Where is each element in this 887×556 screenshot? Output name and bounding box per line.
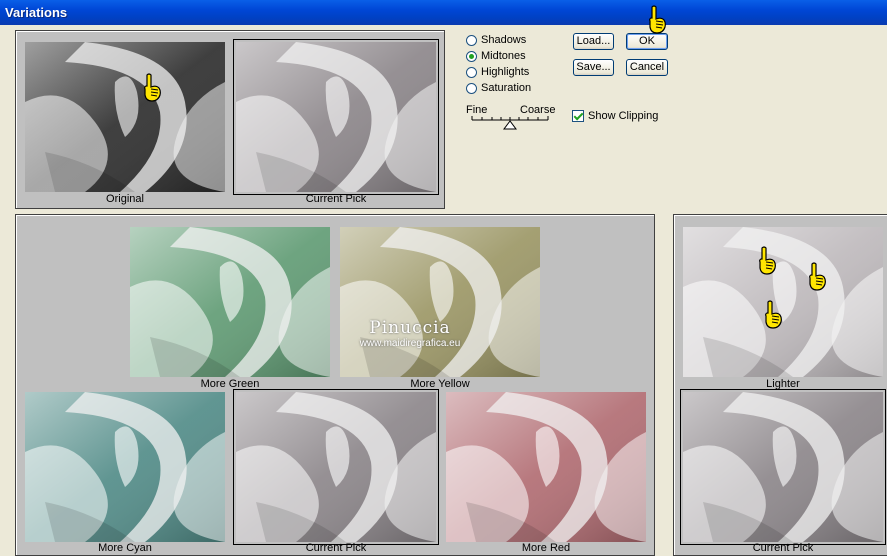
pointing-hand-icon — [765, 300, 782, 329]
mode-midtones-label: Midtones — [481, 50, 526, 62]
slider-ticks — [471, 116, 549, 120]
original-thumbnail — [25, 42, 225, 192]
thumbnail-image — [236, 42, 436, 192]
mode-saturation[interactable]: Saturation — [466, 81, 531, 95]
radio-midtones[interactable] — [466, 50, 477, 62]
more-yellow-thumbnail[interactable] — [340, 227, 540, 377]
thumbnail-image — [340, 227, 540, 377]
thumbnail-image — [446, 392, 646, 542]
more-green-thumbnail[interactable] — [130, 227, 330, 377]
mode-midtones[interactable]: Midtones — [466, 49, 526, 63]
hue-current-pick-caption: Current Pick — [305, 542, 367, 554]
watermark-url: www.maidiregrafica.eu — [359, 338, 461, 349]
pointing-hand-icon — [649, 5, 666, 34]
thumbnail-image — [25, 42, 225, 192]
mode-shadows[interactable]: Shadows — [466, 33, 526, 47]
thumbnail-image — [236, 392, 436, 542]
lightness-current-pick-caption: Current Pick — [752, 542, 814, 554]
lighter-caption: Lighter — [766, 378, 800, 390]
radio-saturation[interactable] — [466, 82, 477, 94]
watermark: Pinuccia www.maidiregrafica.eu — [345, 318, 475, 349]
fine-coarse-slider[interactable] — [470, 114, 552, 132]
cancel-button[interactable]: Cancel — [626, 59, 668, 76]
slider-thumb[interactable] — [503, 120, 517, 130]
thumbnail-image — [25, 392, 225, 542]
mode-shadows-label: Shadows — [481, 34, 527, 46]
original-caption: Original — [106, 193, 144, 205]
radio-highlights[interactable] — [466, 66, 477, 78]
current-pick-caption: Current Pick — [305, 193, 367, 205]
mode-highlights-label: Highlights — [481, 66, 530, 78]
mode-saturation-label: Saturation — [481, 82, 532, 94]
pointing-hand-icon — [144, 73, 161, 102]
more-cyan-caption: More Cyan — [98, 542, 152, 554]
more-red-thumbnail[interactable] — [446, 392, 646, 542]
pointing-hand-icon — [759, 246, 776, 275]
more-green-caption: More Green — [200, 378, 260, 390]
lightness-current-pick-thumbnail[interactable] — [680, 389, 886, 545]
current-pick-thumbnail[interactable] — [233, 39, 439, 195]
pointing-hand-icon — [809, 262, 826, 291]
more-cyan-thumbnail[interactable] — [25, 392, 225, 542]
thumbnail-image — [683, 392, 883, 542]
watermark-name: Pinuccia — [369, 318, 451, 338]
load-button[interactable]: Load... — [573, 33, 614, 50]
save-button[interactable]: Save... — [573, 59, 614, 76]
show-clipping-label: Show Clipping — [588, 110, 659, 122]
thumbnail-image — [130, 227, 330, 377]
radio-shadows[interactable] — [466, 34, 477, 46]
more-red-caption: More Red — [521, 542, 571, 554]
window-title: Variations — [5, 5, 68, 20]
show-clipping[interactable]: Show Clipping — [572, 109, 658, 123]
mode-highlights[interactable]: Highlights — [466, 65, 529, 79]
title-bar[interactable]: Variations — [0, 0, 887, 25]
hue-current-pick-thumbnail[interactable] — [233, 389, 439, 545]
ok-button[interactable]: OK — [626, 33, 668, 50]
more-yellow-caption: More Yellow — [410, 378, 470, 390]
show-clipping-checkbox[interactable] — [572, 110, 584, 122]
